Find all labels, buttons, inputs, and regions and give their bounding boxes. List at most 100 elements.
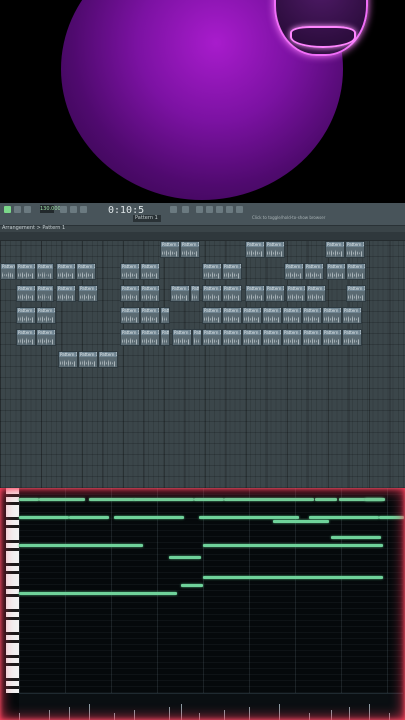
pattern-clip[interactable]: Pattern 1 [322,307,342,324]
velocity-bar[interactable] [181,704,182,720]
pattern-clip[interactable]: Pattern 1 [345,241,365,258]
midi-note[interactable] [19,516,69,519]
pattern-clip[interactable]: Pattern 1 [190,285,200,302]
pattern-clip[interactable]: Pattern 1 [140,329,160,346]
pattern-clip[interactable]: Pattern 1 [140,263,160,280]
pattern-clip[interactable]: Pattern 1 [36,285,54,302]
pattern-clip[interactable]: Pattern 1 [265,285,285,302]
midi-note[interactable] [194,498,224,501]
midi-note[interactable] [69,516,109,519]
velocity-bar[interactable] [69,707,70,720]
velocity-bar[interactable] [369,704,370,720]
pattern-clip[interactable]: Pattern 1 [342,329,362,346]
pattern-selector[interactable]: Pattern 1 [133,215,161,222]
pattern-clip[interactable]: Pattern 1 [302,329,322,346]
pattern-clip[interactable]: Pattern 1 [306,285,326,302]
pattern-clip[interactable]: Pattern 1 [76,263,96,280]
midi-note[interactable] [331,536,381,539]
velocity-lane[interactable] [19,693,403,720]
pattern-clip[interactable]: Pattern 1 [282,329,302,346]
playlist-icon[interactable] [196,206,203,213]
midi-note[interactable] [224,498,314,501]
pattern-clip[interactable]: Pattern 1 [98,351,118,368]
pattern-clip[interactable]: Pattern 1 [222,307,242,324]
piano-roll-icon[interactable] [206,206,213,213]
pattern-clip[interactable]: Pattern 1 [16,307,36,324]
browser-icon[interactable] [236,206,243,213]
midi-note[interactable] [203,576,383,579]
pattern-clip[interactable]: Pattern 1 [78,351,98,368]
midi-note[interactable] [19,498,39,501]
pattern-clip[interactable]: Pattern 1 [346,263,366,280]
pattern-clip[interactable]: Pattern 1 [284,263,304,280]
pattern-clip[interactable]: Pattern 1 [265,241,285,258]
midi-note[interactable] [169,556,201,559]
pattern-clip[interactable]: Pattern 1 [36,263,54,280]
pattern-clip[interactable]: Pattern 1 [172,329,192,346]
midi-note[interactable] [89,498,135,501]
midi-note[interactable] [199,516,299,519]
pattern-clip[interactable]: Pattern 1 [222,285,242,302]
midi-note[interactable] [379,516,404,519]
velocity-bar[interactable] [249,707,250,720]
pattern-clip[interactable]: Pattern 1 [304,263,324,280]
pattern-clip[interactable]: Pattern 1 [245,285,265,302]
pattern-clip[interactable]: Pattern 1 [140,285,160,302]
midi-note[interactable] [365,498,385,501]
metronome-icon[interactable] [60,206,67,213]
pattern-clip[interactable]: Pattern 1 [140,307,160,324]
note-grid[interactable] [19,488,404,693]
loop-icon[interactable] [70,206,77,213]
pattern-clip[interactable]: Pattern 1 [16,263,36,280]
pattern-clip[interactable]: Pattern 1 [58,351,78,368]
midi-note[interactable] [181,584,203,587]
play-icon[interactable] [4,206,11,213]
velocity-bar[interactable] [331,710,332,720]
snap-icon[interactable] [170,206,177,213]
pattern-clip[interactable]: Pattern 1 [282,307,302,324]
midi-note[interactable] [19,544,143,547]
pattern-clip[interactable]: Pattern 1 [192,329,202,346]
pattern-clip[interactable]: Pattern 1 [160,307,170,324]
pattern-clip[interactable]: Pattern 1 [56,285,76,302]
velocity-bar[interactable] [309,713,310,720]
pattern-clip[interactable]: Pattern 1 [16,329,36,346]
pattern-clip[interactable]: Pattern 1 [78,285,98,302]
timeline-ruler[interactable] [0,232,405,241]
pattern-clip[interactable]: Pattern 1 [302,307,322,324]
pattern-clip[interactable]: Pattern 1 [202,263,222,280]
midi-note[interactable] [114,516,184,519]
pattern-clip[interactable]: Pattern 1 [56,263,76,280]
midi-note[interactable] [273,520,329,523]
pattern-clip[interactable]: Pattern 1 [202,329,222,346]
midi-note[interactable] [19,592,177,595]
midi-note[interactable] [39,498,85,501]
stop-icon[interactable] [14,206,21,213]
pattern-clip[interactable]: Pattern 1 [325,241,345,258]
pattern-clip[interactable]: Pattern 1 [180,241,200,258]
pattern-clip[interactable]: Pattern 1 [322,329,342,346]
velocity-bar[interactable] [49,710,50,720]
pattern-clip[interactable]: Pattern 1 [160,329,170,346]
pattern-clip[interactable]: Pattern 1 [245,241,265,258]
velocity-bar[interactable] [19,713,20,720]
pattern-clip[interactable]: Pattern 1 [346,285,366,302]
pattern-clip[interactable]: Pattern 1 [120,329,140,346]
pattern-clip[interactable]: Pattern 1 [120,263,140,280]
playlist-tracks[interactable]: Pattern 1 Pattern 1 Pattern 1 Pattern 1 Patt… [0,241,405,488]
pattern-clip[interactable]: Pattern 1 [120,307,140,324]
velocity-bar[interactable] [134,710,135,720]
velocity-bar[interactable] [224,710,225,720]
pattern-clip[interactable]: Pattern 1 [170,285,190,302]
velocity-bar[interactable] [279,704,280,720]
pattern-clip[interactable]: Pattern 1 [120,285,140,302]
midi-note[interactable] [315,498,337,501]
velocity-bar[interactable] [199,713,200,720]
record-icon[interactable] [24,206,31,213]
pattern-clip[interactable]: Pattern 1 [242,307,262,324]
midi-note[interactable] [134,498,194,501]
pattern-clip[interactable]: Pattern 1 [222,329,242,346]
pattern-clip[interactable]: Pattern 1 [202,307,222,324]
pattern-clip[interactable]: Pattern 1 [342,307,362,324]
pattern-clip[interactable]: Pattern 1 [222,263,242,280]
